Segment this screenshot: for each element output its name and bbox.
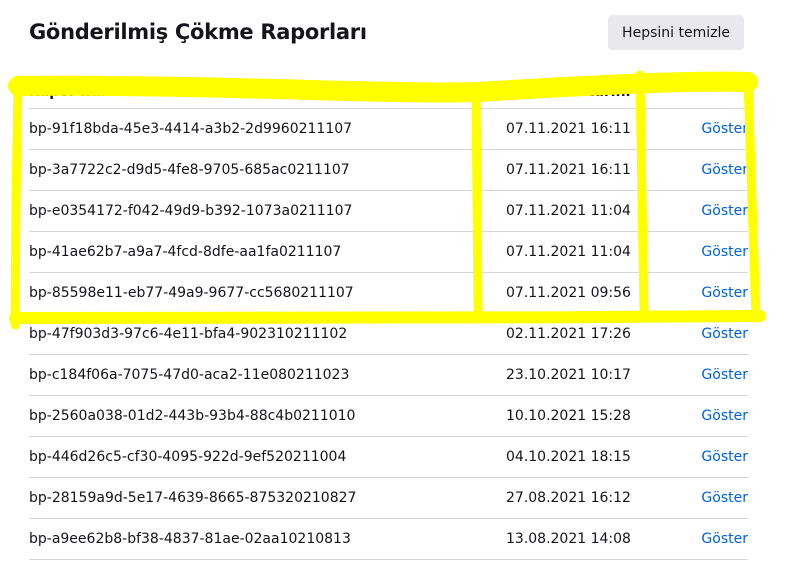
report-id: bp-28159a9d-5e17-4639-8665-875320210827 — [29, 477, 506, 519]
column-header-actions — [666, 75, 748, 109]
table-row: bp-91f18bda-45e3-4414-a3b2-2d9960211107 0… — [29, 108, 748, 150]
report-id: bp-446d26c5-cf30-4095-922d-9ef520211004 — [29, 436, 506, 478]
report-cell-action: Göster — [666, 354, 748, 396]
report-id: bp-c184f06a-7075-47d0-aca2-11e080211023 — [29, 354, 506, 396]
column-header-date: Gönderim tarihi — [506, 75, 666, 109]
table-row: bp-2560a038-01d2-443b-93b4-88c4b0211010 1… — [29, 395, 748, 437]
table-row: bp-3a7722c2-d9d5-4fe8-9705-685ac0211107 0… — [29, 149, 748, 191]
report-cell-action: Göster — [666, 231, 748, 273]
report-id: bp-85598e11-eb77-49a9-9677-cc5680211107 — [29, 272, 506, 314]
table-row: bp-e0354172-f042-49d9-b392-1073a0211107 0… — [29, 190, 748, 232]
report-cell-action: Göster — [666, 436, 748, 478]
report-id: bp-e0354172-f042-49d9-b392-1073a0211107 — [29, 190, 506, 232]
report-date: 07.11.2021 16:11 — [506, 108, 666, 150]
view-report-link[interactable]: Göster — [701, 244, 748, 260]
report-cell-action: Göster — [666, 149, 748, 191]
highlight-left-line — [10, 75, 23, 330]
table-row: bp-47f903d3-97c6-4e11-bfa4-902310211102 0… — [29, 313, 748, 355]
column-header-report-id: Rapor numarası — [29, 75, 506, 109]
table-row: bp-446d26c5-cf30-4095-922d-9ef520211004 0… — [29, 436, 748, 478]
table-row: bp-c184f06a-7075-47d0-aca2-11e080211023 2… — [29, 354, 748, 396]
report-date: 13.08.2021 14:08 — [506, 518, 666, 560]
table-row: bp-a9ee62b8-bf38-4837-81ae-02aa10210813 1… — [29, 518, 748, 560]
table-row: bp-28159a9d-5e17-4639-8665-875320210827 2… — [29, 477, 748, 519]
report-cell-action: Göster — [666, 518, 748, 560]
table-header-row: Rapor numarası Gönderim tarihi — [29, 75, 748, 109]
view-report-link[interactable]: Göster — [701, 367, 748, 383]
report-date: 02.11.2021 17:26 — [506, 313, 666, 355]
report-cell-action: Göster — [666, 272, 748, 314]
table-row: bp-41ae62b7-a9a7-4fcd-8dfe-aa1fa0211107 0… — [29, 231, 748, 273]
report-date: 07.11.2021 09:56 — [506, 272, 666, 314]
view-report-link[interactable]: Göster — [701, 326, 748, 342]
view-report-link[interactable]: Göster — [701, 203, 748, 219]
report-date: 27.08.2021 16:12 — [506, 477, 666, 519]
report-id: bp-91f18bda-45e3-4414-a3b2-2d9960211107 — [29, 108, 506, 150]
clear-all-button[interactable]: Hepsini temizle — [608, 15, 744, 50]
report-cell-action: Göster — [666, 108, 748, 150]
view-report-link[interactable]: Göster — [701, 121, 748, 137]
report-id: bp-2560a038-01d2-443b-93b4-88c4b0211010 — [29, 395, 506, 437]
report-id: bp-a9ee62b8-bf38-4837-81ae-02aa10210813 — [29, 518, 506, 560]
report-date: 04.10.2021 18:15 — [506, 436, 666, 478]
report-date: 23.10.2021 10:17 — [506, 354, 666, 396]
crash-reports-table: Rapor numarası Gönderim tarihi bp-91f18b… — [29, 75, 748, 560]
view-report-link[interactable]: Göster — [701, 490, 748, 506]
view-report-link[interactable]: Göster — [701, 408, 748, 424]
view-report-link[interactable]: Göster — [701, 162, 748, 178]
view-report-link[interactable]: Göster — [701, 285, 748, 301]
report-cell-action: Göster — [666, 313, 748, 355]
page-title: Gönderilmiş Çökme Raporları — [29, 20, 367, 44]
highlight-right-line — [743, 75, 761, 323]
view-report-link[interactable]: Göster — [701, 449, 748, 465]
report-cell-action: Göster — [666, 395, 748, 437]
report-date: 07.11.2021 11:04 — [506, 190, 666, 232]
report-date: 07.11.2021 16:11 — [506, 149, 666, 191]
report-cell-action: Göster — [666, 190, 748, 232]
report-date: 07.11.2021 11:04 — [506, 231, 666, 273]
view-report-link[interactable]: Göster — [701, 531, 748, 547]
report-id: bp-3a7722c2-d9d5-4fe8-9705-685ac0211107 — [29, 149, 506, 191]
report-cell-action: Göster — [666, 477, 748, 519]
report-id: bp-41ae62b7-a9a7-4fcd-8dfe-aa1fa0211107 — [29, 231, 506, 273]
report-date: 10.10.2021 15:28 — [506, 395, 666, 437]
table-row: bp-85598e11-eb77-49a9-9677-cc5680211107 0… — [29, 272, 748, 314]
report-id: bp-47f903d3-97c6-4e11-bfa4-902310211102 — [29, 313, 506, 355]
